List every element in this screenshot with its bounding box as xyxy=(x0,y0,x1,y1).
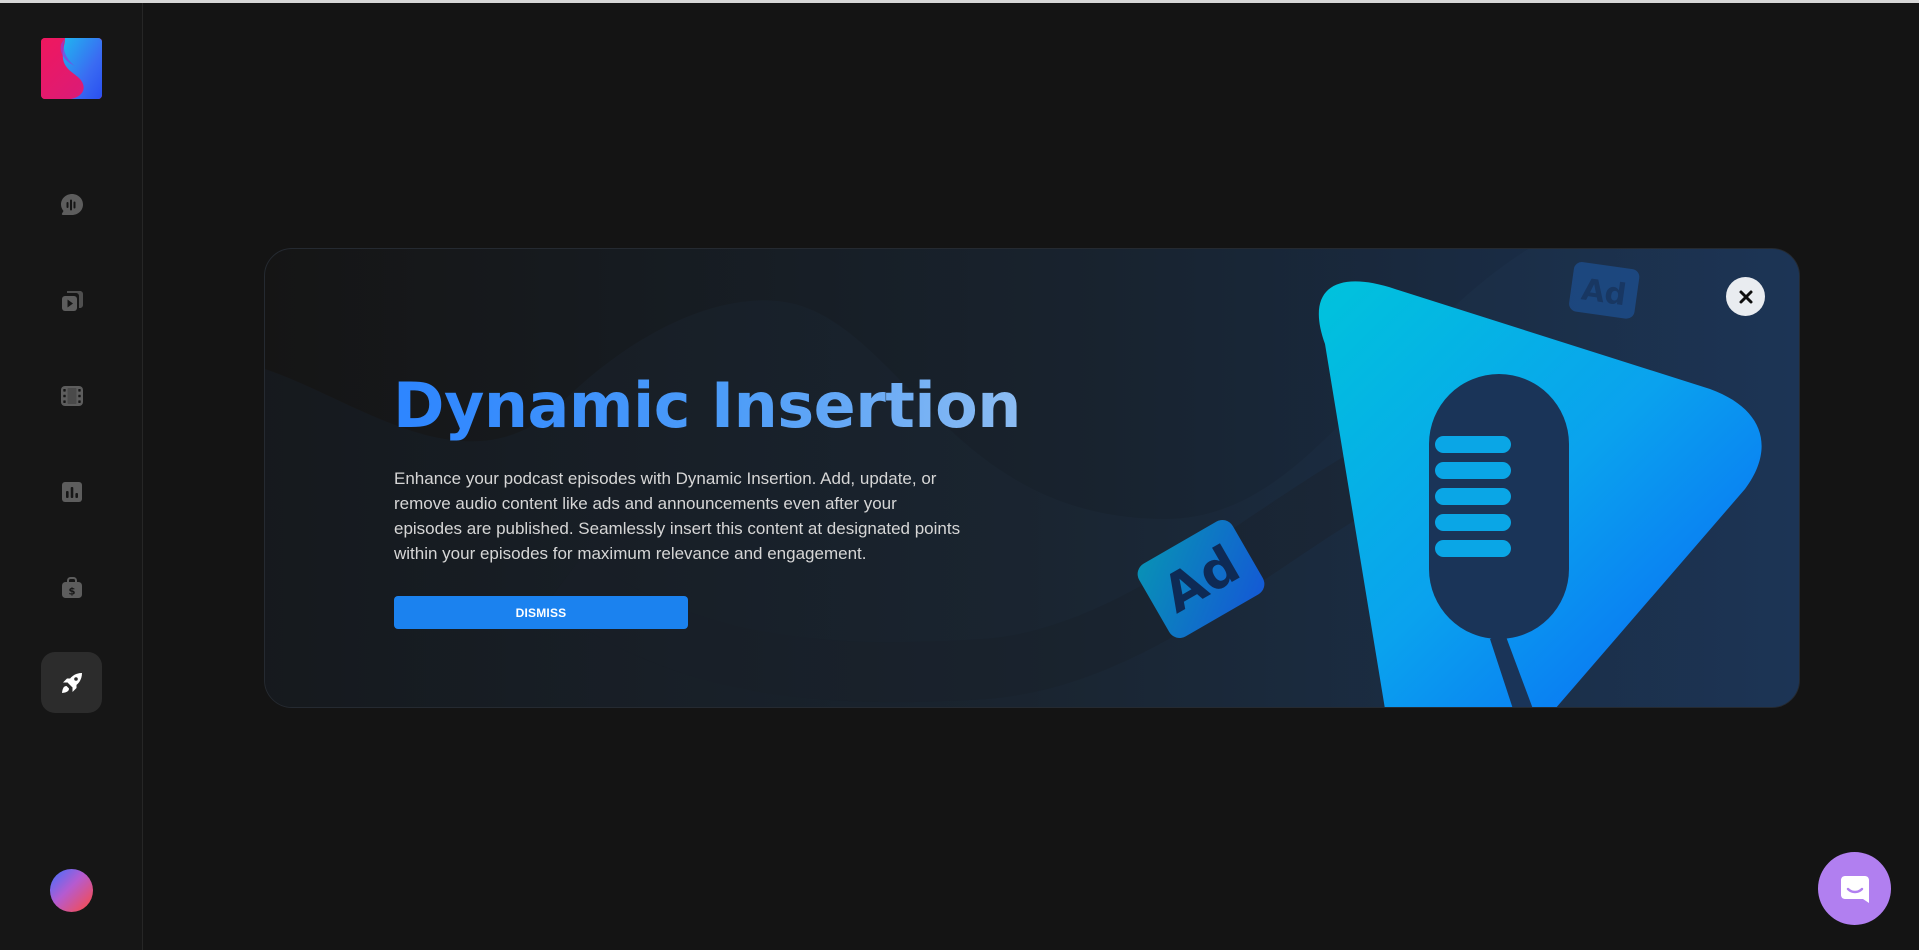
brand-logo-shape xyxy=(41,38,102,99)
sidebar-item-growth[interactable] xyxy=(41,652,102,713)
banner-description: Enhance your podcast episodes with Dynam… xyxy=(394,469,961,563)
ad-badge-faint-text: Ad xyxy=(1579,272,1628,313)
film-icon xyxy=(60,385,83,406)
chat-icon xyxy=(1840,875,1869,903)
rocket-icon xyxy=(61,672,82,693)
sidebar-item-episodes[interactable] xyxy=(41,270,102,331)
close-banner-button[interactable] xyxy=(1726,277,1765,316)
podcast-mic-icon xyxy=(60,193,83,215)
app-window: $ Ad Ad Dynamic Insertion Enhance your p… xyxy=(0,0,1919,950)
sidebar-item-analytics[interactable] xyxy=(41,461,102,522)
brand-logo[interactable] xyxy=(41,38,102,99)
sidebar-item-monetization[interactable]: $ xyxy=(41,557,102,618)
banner-title: Dynamic Insertion xyxy=(393,369,1021,442)
episodes-icon xyxy=(61,290,83,311)
dismiss-button[interactable]: DISMISS xyxy=(394,596,688,629)
dynamic-insertion-banner: Ad Ad Dynamic Insertion Enhance your pod… xyxy=(264,248,1800,708)
user-avatar[interactable] xyxy=(50,869,93,912)
chat-launcher-button[interactable] xyxy=(1818,852,1891,925)
close-icon xyxy=(1739,290,1752,303)
monetization-icon: $ xyxy=(61,576,82,598)
sidebar: $ xyxy=(0,3,143,950)
svg-text:$: $ xyxy=(68,586,75,597)
sidebar-item-podcasts[interactable] xyxy=(41,174,102,235)
analytics-icon xyxy=(61,481,82,502)
sidebar-item-videos[interactable] xyxy=(41,365,102,426)
ad-badge-faint: Ad xyxy=(1569,262,1640,319)
